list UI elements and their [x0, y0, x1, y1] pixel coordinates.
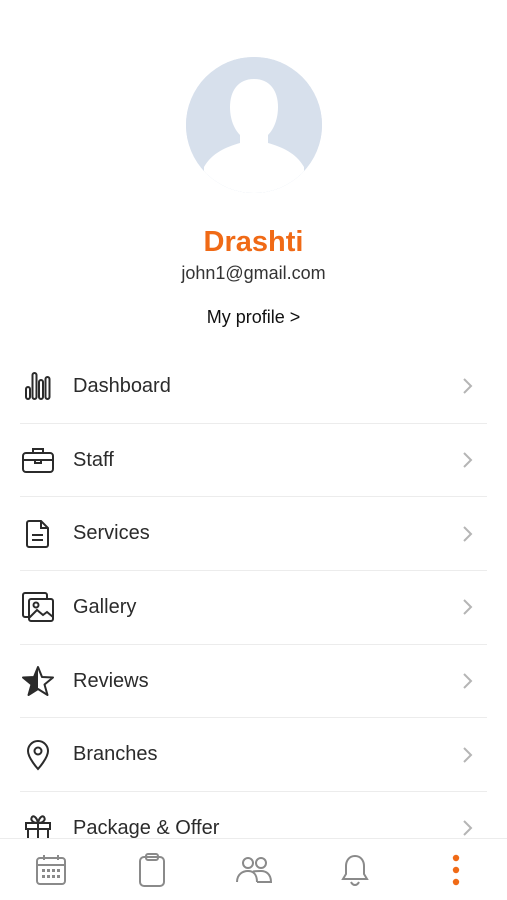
menu-item-label: Package & Offer: [73, 816, 220, 839]
menu-item-label: Services: [73, 522, 150, 545]
gallery-icon: [20, 589, 56, 625]
nav-people[interactable]: [203, 839, 304, 900]
more-vertical-icon: [453, 854, 460, 885]
user-email: john1@gmail.com: [181, 263, 326, 283]
document-icon: [20, 516, 56, 552]
menu-item-label: Branches: [73, 743, 158, 766]
menu-item-gallery[interactable]: Gallery: [20, 571, 487, 645]
menu-item-label: Staff: [73, 448, 114, 471]
clipboard-icon: [139, 852, 166, 887]
nav-more[interactable]: [406, 839, 507, 900]
bar-chart-icon: [20, 368, 56, 404]
people-icon: [235, 856, 272, 883]
chevron-right-icon: [463, 378, 473, 395]
nav-notifications[interactable]: [304, 839, 405, 900]
menu-item-label: Reviews: [73, 669, 149, 692]
menu-item-reviews[interactable]: Reviews: [20, 645, 487, 719]
chevron-right-icon: [463, 673, 473, 689]
bell-icon: [341, 854, 369, 886]
chevron-right-icon: [463, 526, 473, 542]
menu-item-dashboard[interactable]: Dashboard: [20, 350, 487, 424]
menu-item-branches[interactable]: Branches: [20, 718, 487, 793]
chevron-right-icon: [463, 599, 473, 616]
nav-calendar[interactable]: [0, 839, 101, 900]
menu-item-label: Dashboard: [73, 374, 171, 397]
chevron-right-icon: [463, 747, 473, 763]
user-name: Drashti: [203, 226, 304, 258]
star-icon: [20, 663, 56, 699]
menu-item-label: Gallery: [73, 595, 137, 618]
menu-item-services[interactable]: Services: [20, 497, 487, 572]
briefcase-icon: [20, 442, 56, 478]
calendar-icon: [35, 854, 66, 885]
avatar[interactable]: [186, 57, 322, 193]
chevron-right-icon: [463, 452, 473, 468]
nav-clipboard[interactable]: [101, 839, 202, 900]
location-pin-icon: [20, 737, 56, 773]
person-silhouette-icon: [186, 57, 322, 193]
bottom-navigation: [0, 838, 507, 900]
chevron-right-icon: [463, 820, 473, 837]
menu-list: Dashboard Staff Services Gallery Reviews…: [20, 350, 487, 866]
profile-header: Drashti john1@gmail.com My profile >: [0, 0, 507, 340]
menu-item-staff[interactable]: Staff: [20, 424, 487, 498]
my-profile-link[interactable]: My profile >: [0, 307, 507, 328]
